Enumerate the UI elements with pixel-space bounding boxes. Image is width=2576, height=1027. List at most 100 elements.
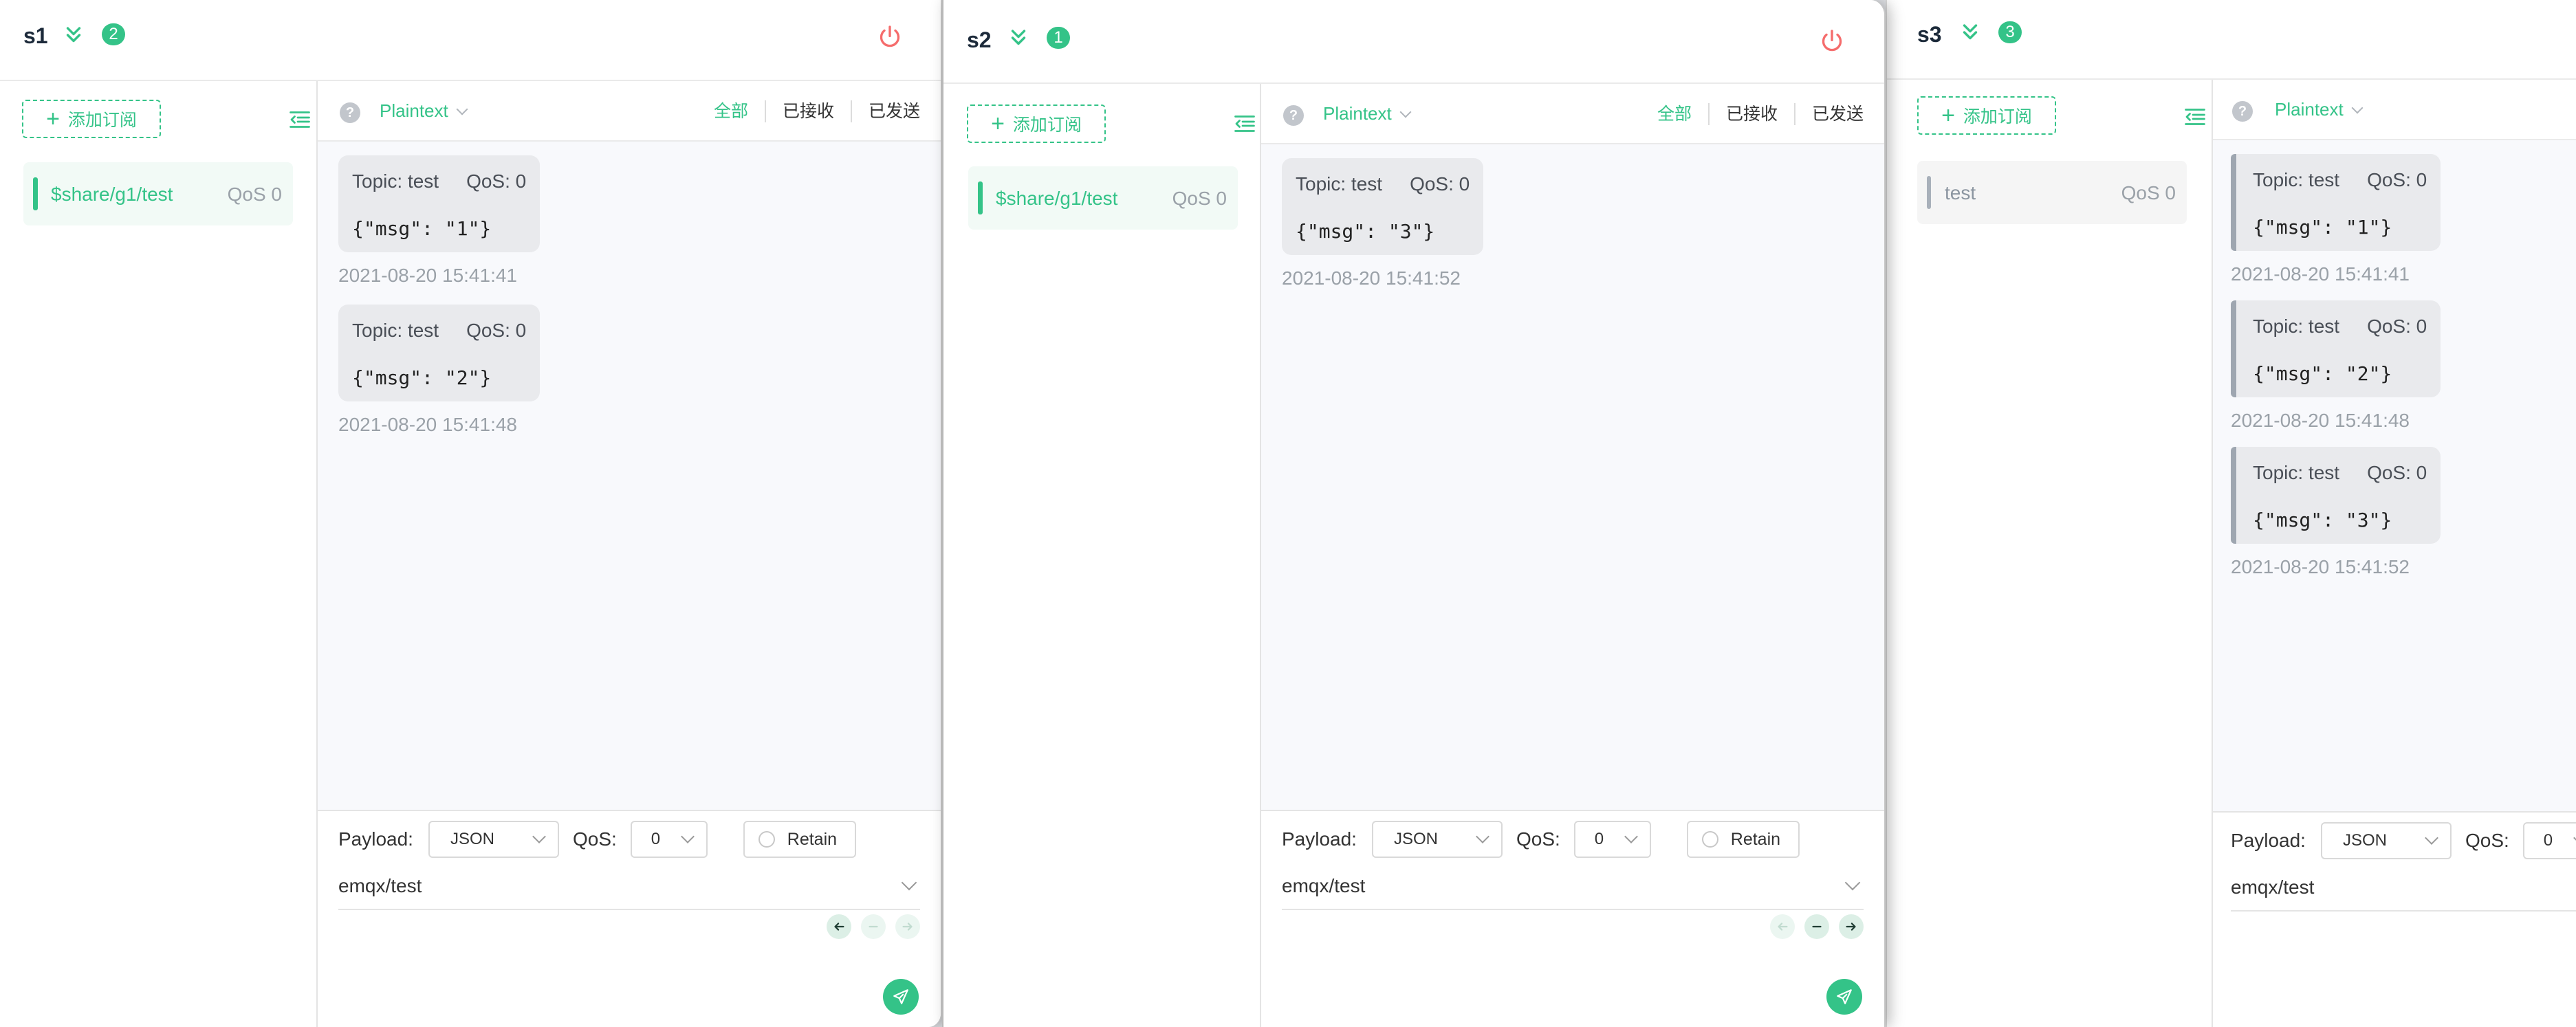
filter-all[interactable]: 全部 — [697, 100, 765, 122]
minus-icon[interactable] — [861, 914, 886, 939]
payload-format-select[interactable]: JSON — [2320, 822, 2452, 859]
subscription-sidebar: + 添加订阅 test QoS 0 — [1887, 80, 2212, 1027]
help-icon[interactable]: ? — [1283, 105, 1304, 126]
chevron-down-icon — [2573, 831, 2576, 845]
arrow-right-icon[interactable] — [1839, 914, 1864, 939]
send-button[interactable] — [883, 979, 919, 1015]
arrow-left-icon[interactable] — [1770, 914, 1795, 939]
payload-label: Payload: — [1282, 828, 1357, 850]
retain-toggle[interactable]: Retain — [1686, 821, 1800, 858]
publish-topic-input[interactable]: emqx/test — [338, 870, 920, 910]
send-button[interactable] — [1826, 979, 1862, 1015]
qos-label: QoS: — [1516, 828, 1560, 850]
chevron-double-down-icon[interactable] — [62, 23, 85, 47]
message-bubble[interactable]: Topic: test QoS: 0 {"msg": "2"} — [2231, 300, 2441, 397]
message-bubble[interactable]: Topic: test QoS: 0 {"msg": "1"} — [2231, 154, 2441, 251]
connection-window-s3: s3 3 + 添加订阅 test QoS 0 ? Plaintext Topic:… — [1886, 0, 2576, 1027]
message-bubble[interactable]: Topic: test QoS: 0 {"msg": "2"} — [338, 305, 541, 401]
payload-format-select[interactable]: JSON — [428, 821, 559, 858]
publish-panel: Payload: JSON QoS: 0 Retain emqx/test — [318, 810, 941, 1027]
indent-icon[interactable] — [1232, 111, 1257, 136]
payload-type-select[interactable]: Plaintext — [1323, 103, 1412, 124]
chevron-double-down-icon[interactable] — [1007, 26, 1030, 49]
chevron-double-down-icon[interactable] — [1958, 21, 1982, 44]
message-bubble[interactable]: Topic: test QoS: 0 {"msg": "3"} — [2231, 447, 2441, 544]
message-qos: QoS: 0 — [466, 170, 527, 192]
subscription-item[interactable]: $share/g1/test QoS 0 — [23, 162, 293, 225]
chevron-down-icon[interactable] — [901, 874, 917, 891]
message-qos: QoS: 0 — [2367, 316, 2427, 337]
chevron-down-icon — [456, 103, 468, 115]
subscription-item[interactable]: $share/g1/test QoS 0 — [968, 166, 1238, 230]
filter-sent[interactable]: 已发送 — [850, 100, 920, 122]
qos-select[interactable]: 0 — [1573, 821, 1651, 858]
message-bubble[interactable]: Topic: test QoS: 0 {"msg": "3"} — [1282, 158, 1484, 255]
message-item: Topic: test QoS: 0 {"msg": "1"} 2021-08-2… — [2231, 154, 2576, 285]
payload-type-select[interactable]: Plaintext — [2275, 99, 2364, 120]
help-icon[interactable]: ? — [2232, 101, 2253, 122]
subscription-sidebar: + 添加订阅 $share/g1/test QoS 0 — [0, 81, 316, 1027]
add-subscription-button[interactable]: + 添加订阅 — [1917, 96, 2056, 135]
qos-select[interactable]: 0 — [2522, 822, 2576, 859]
publish-options: Payload: JSON QoS: 0 Retain — [338, 821, 857, 858]
subscription-color-bar — [33, 177, 38, 210]
message-topic: Topic: test — [2253, 316, 2340, 337]
qos-value: 0 — [1594, 830, 1604, 848]
publish-topic-input[interactable]: emqx/test — [1282, 870, 1864, 910]
help-icon[interactable]: ? — [340, 102, 360, 123]
message-filter-tabs: 全部 已接收 已发送 — [697, 100, 920, 122]
filter-all[interactable]: 全部 — [1641, 103, 1708, 125]
message-topic: Topic: test — [352, 320, 439, 341]
message-count-badge: 1 — [1047, 27, 1070, 49]
publish-topic-value: emqx/test — [1282, 875, 1366, 896]
connection-name: s2 — [967, 27, 992, 52]
indent-icon[interactable] — [2183, 104, 2207, 129]
filter-received[interactable]: 已接收 — [1707, 103, 1794, 125]
retain-toggle[interactable]: Retain — [743, 821, 857, 858]
add-subscription-button[interactable]: + 添加订阅 — [22, 100, 161, 138]
chevron-down-icon — [1624, 830, 1638, 843]
message-item: Topic: test QoS: 0 {"msg": "3"} 2021-08-2… — [1282, 158, 1884, 289]
chevron-down-icon[interactable] — [1844, 874, 1861, 891]
arrow-left-icon[interactable] — [827, 914, 851, 939]
publish-topic-value: emqx/test — [338, 875, 422, 896]
add-subscription-label: 添加订阅 — [1963, 107, 2032, 126]
payload-type-value: Plaintext — [380, 100, 448, 121]
indent-icon[interactable] — [287, 107, 312, 132]
arrow-right-icon[interactable] — [895, 914, 920, 939]
message-toolbar: ? Plaintext — [2213, 80, 2576, 140]
message-payload: {"msg": "3"} — [2253, 509, 2392, 531]
minus-icon[interactable] — [1804, 914, 1829, 939]
qos-select[interactable]: 0 — [630, 821, 708, 858]
payload-type-select[interactable]: Plaintext — [380, 100, 468, 122]
add-subscription-label: 添加订阅 — [67, 111, 137, 130]
message-bubble[interactable]: Topic: test QoS: 0 {"msg": "1"} — [338, 155, 541, 252]
retain-radio[interactable] — [1701, 831, 1718, 848]
message-panel: ? Plaintext 全部 已接收 已发送 Topic: test QoS: 0… — [1260, 84, 1884, 1027]
message-item: Topic: test QoS: 0 {"msg": "2"} 2021-08-2… — [2231, 300, 2576, 432]
publish-topic-input[interactable]: emqx/test — [2231, 872, 2576, 912]
connection-window-s1: s1 2 + 添加订阅 $share/g1/test QoS 0 ? Plaint… — [0, 0, 942, 1027]
subscription-item[interactable]: test QoS 0 — [1917, 161, 2187, 224]
subscription-topic: test — [1945, 182, 1976, 203]
retain-radio[interactable] — [758, 831, 775, 848]
message-qos: QoS: 0 — [2367, 462, 2427, 483]
message-list: Topic: test QoS: 0 {"msg": "1"} 2021-08-2… — [338, 155, 941, 454]
message-topic: Topic: test — [1296, 173, 1383, 195]
payload-format-select[interactable]: JSON — [1371, 821, 1503, 858]
message-item: Topic: test QoS: 0 {"msg": "1"} 2021-08-2… — [338, 155, 941, 287]
filter-received[interactable]: 已接收 — [764, 100, 851, 122]
chevron-down-icon — [1399, 106, 1412, 118]
qos-label: QoS: — [572, 828, 617, 850]
power-icon[interactable] — [1818, 27, 1846, 55]
message-time: 2021-08-20 15:41:41 — [2231, 263, 2410, 285]
power-icon[interactable] — [876, 23, 904, 51]
publish-topic-value: emqx/test — [2231, 876, 2315, 898]
payload-format-value: JSON — [450, 830, 494, 848]
payload-format-value: JSON — [1393, 830, 1438, 848]
filter-sent[interactable]: 已发送 — [1793, 103, 1864, 125]
publish-panel: Payload: JSON QoS: 0 emqx/test — [2213, 811, 2576, 1027]
message-payload: {"msg": "2"} — [352, 366, 492, 389]
add-subscription-button[interactable]: + 添加订阅 — [967, 104, 1106, 143]
subscription-color-bar — [978, 181, 983, 214]
